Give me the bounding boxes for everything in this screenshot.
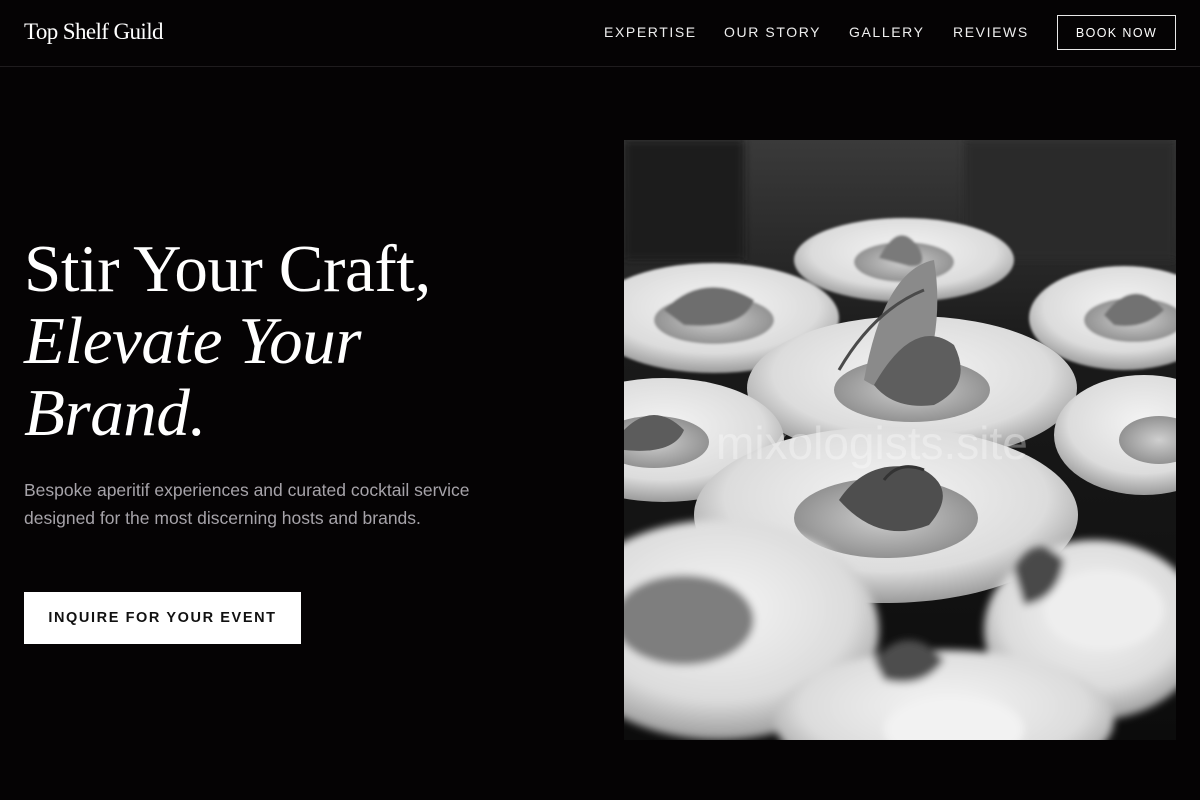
- nav-link-expertise[interactable]: EXPERTISE: [604, 24, 697, 40]
- nav-link-our-story[interactable]: OUR STORY: [724, 24, 821, 40]
- hero-title-line-1: Stir Your Craft,: [24, 232, 431, 306]
- inquire-event-button[interactable]: INQUIRE FOR YOUR EVENT: [24, 592, 301, 644]
- site-header: Top Shelf Guild EXPERTISE OUR STORY GALL…: [0, 0, 1200, 67]
- hero-title-line-2: Elevate Your: [24, 304, 362, 378]
- hero-title: Stir Your Craft, Elevate Your Brand.: [24, 233, 544, 449]
- hero-image: mixologists.site: [624, 140, 1176, 740]
- brand-logo[interactable]: Top Shelf Guild: [24, 19, 163, 45]
- nav-link-reviews[interactable]: REVIEWS: [953, 24, 1029, 40]
- nav-link-gallery[interactable]: GALLERY: [849, 24, 925, 40]
- hero-subtitle: Bespoke aperitif experiences and curated…: [24, 480, 470, 528]
- plated-dishes-photo: [624, 140, 1176, 740]
- book-now-button[interactable]: BOOK NOW: [1057, 15, 1176, 50]
- hero-title-line-3: Brand.: [24, 376, 206, 450]
